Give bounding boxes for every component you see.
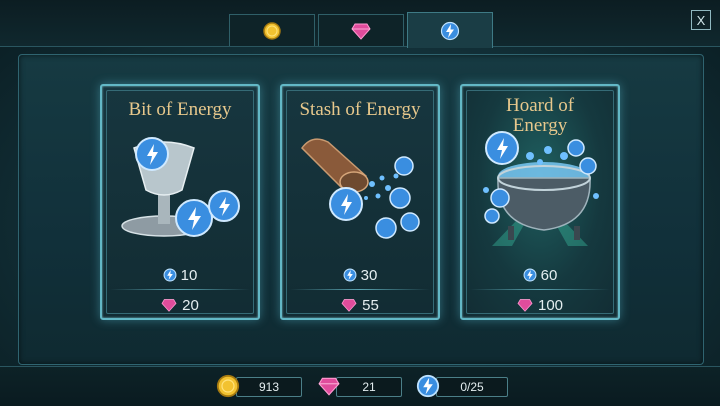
energy-icon xyxy=(523,268,537,282)
energy-amount: 10 xyxy=(180,266,198,284)
offer-card-bit-of-energy[interactable]: Bit of Energy 10 20 xyxy=(100,84,260,320)
offer-card-hoard-of-energy[interactable]: Hoard of Energy 60 100 xyxy=(460,84,620,320)
tab-coins[interactable] xyxy=(229,14,315,46)
energy-amount-row: 30 xyxy=(282,264,438,286)
gem-price: 100 xyxy=(537,296,564,314)
tab-gems[interactable] xyxy=(318,14,404,46)
tab-energy[interactable] xyxy=(407,12,493,48)
coin-balance: 913 xyxy=(236,377,302,397)
price-row[interactable]: 20 xyxy=(102,294,258,316)
offer-title: Stash of Energy xyxy=(299,99,421,120)
gem-balance-value: 21 xyxy=(362,380,376,394)
energy-amount: 60 xyxy=(540,266,558,284)
gold-coin-icon xyxy=(216,374,240,398)
divider xyxy=(110,289,250,290)
energy-icon xyxy=(416,374,440,398)
coin-balance-value: 913 xyxy=(258,380,280,394)
offer-card-stash-of-energy[interactable]: Stash of Energy 30 55 xyxy=(280,84,440,320)
energy-icon xyxy=(163,268,177,282)
gem-icon xyxy=(517,299,533,312)
pouch-illustration xyxy=(301,138,420,239)
close-button[interactable]: X xyxy=(691,10,711,30)
energy-balance: 0/25 xyxy=(436,377,508,397)
gem-icon xyxy=(161,299,177,312)
gem-icon xyxy=(318,377,340,396)
energy-icon xyxy=(440,21,460,40)
offer-title: Bit of Energy xyxy=(128,99,232,120)
goblet-illustration xyxy=(121,137,240,237)
gem-icon xyxy=(351,23,371,40)
gem-balance: 21 xyxy=(336,377,402,397)
offer-title-line1: Hoard of xyxy=(505,95,575,116)
gem-icon xyxy=(341,299,357,312)
gem-price: 55 xyxy=(362,296,379,314)
close-label: X xyxy=(696,12,706,28)
divider xyxy=(470,289,610,290)
gold-coin-icon xyxy=(263,21,281,40)
energy-amount-row: 60 xyxy=(462,264,618,286)
energy-amount: 30 xyxy=(360,266,378,284)
energy-balance-value: 0/25 xyxy=(460,380,484,394)
cauldron-illustration xyxy=(483,131,599,246)
energy-icon xyxy=(343,268,357,282)
price-row[interactable]: 100 xyxy=(462,294,618,316)
gem-price: 20 xyxy=(182,296,199,314)
divider xyxy=(290,289,430,290)
price-row[interactable]: 55 xyxy=(282,294,438,316)
energy-amount-row: 10 xyxy=(102,264,258,286)
